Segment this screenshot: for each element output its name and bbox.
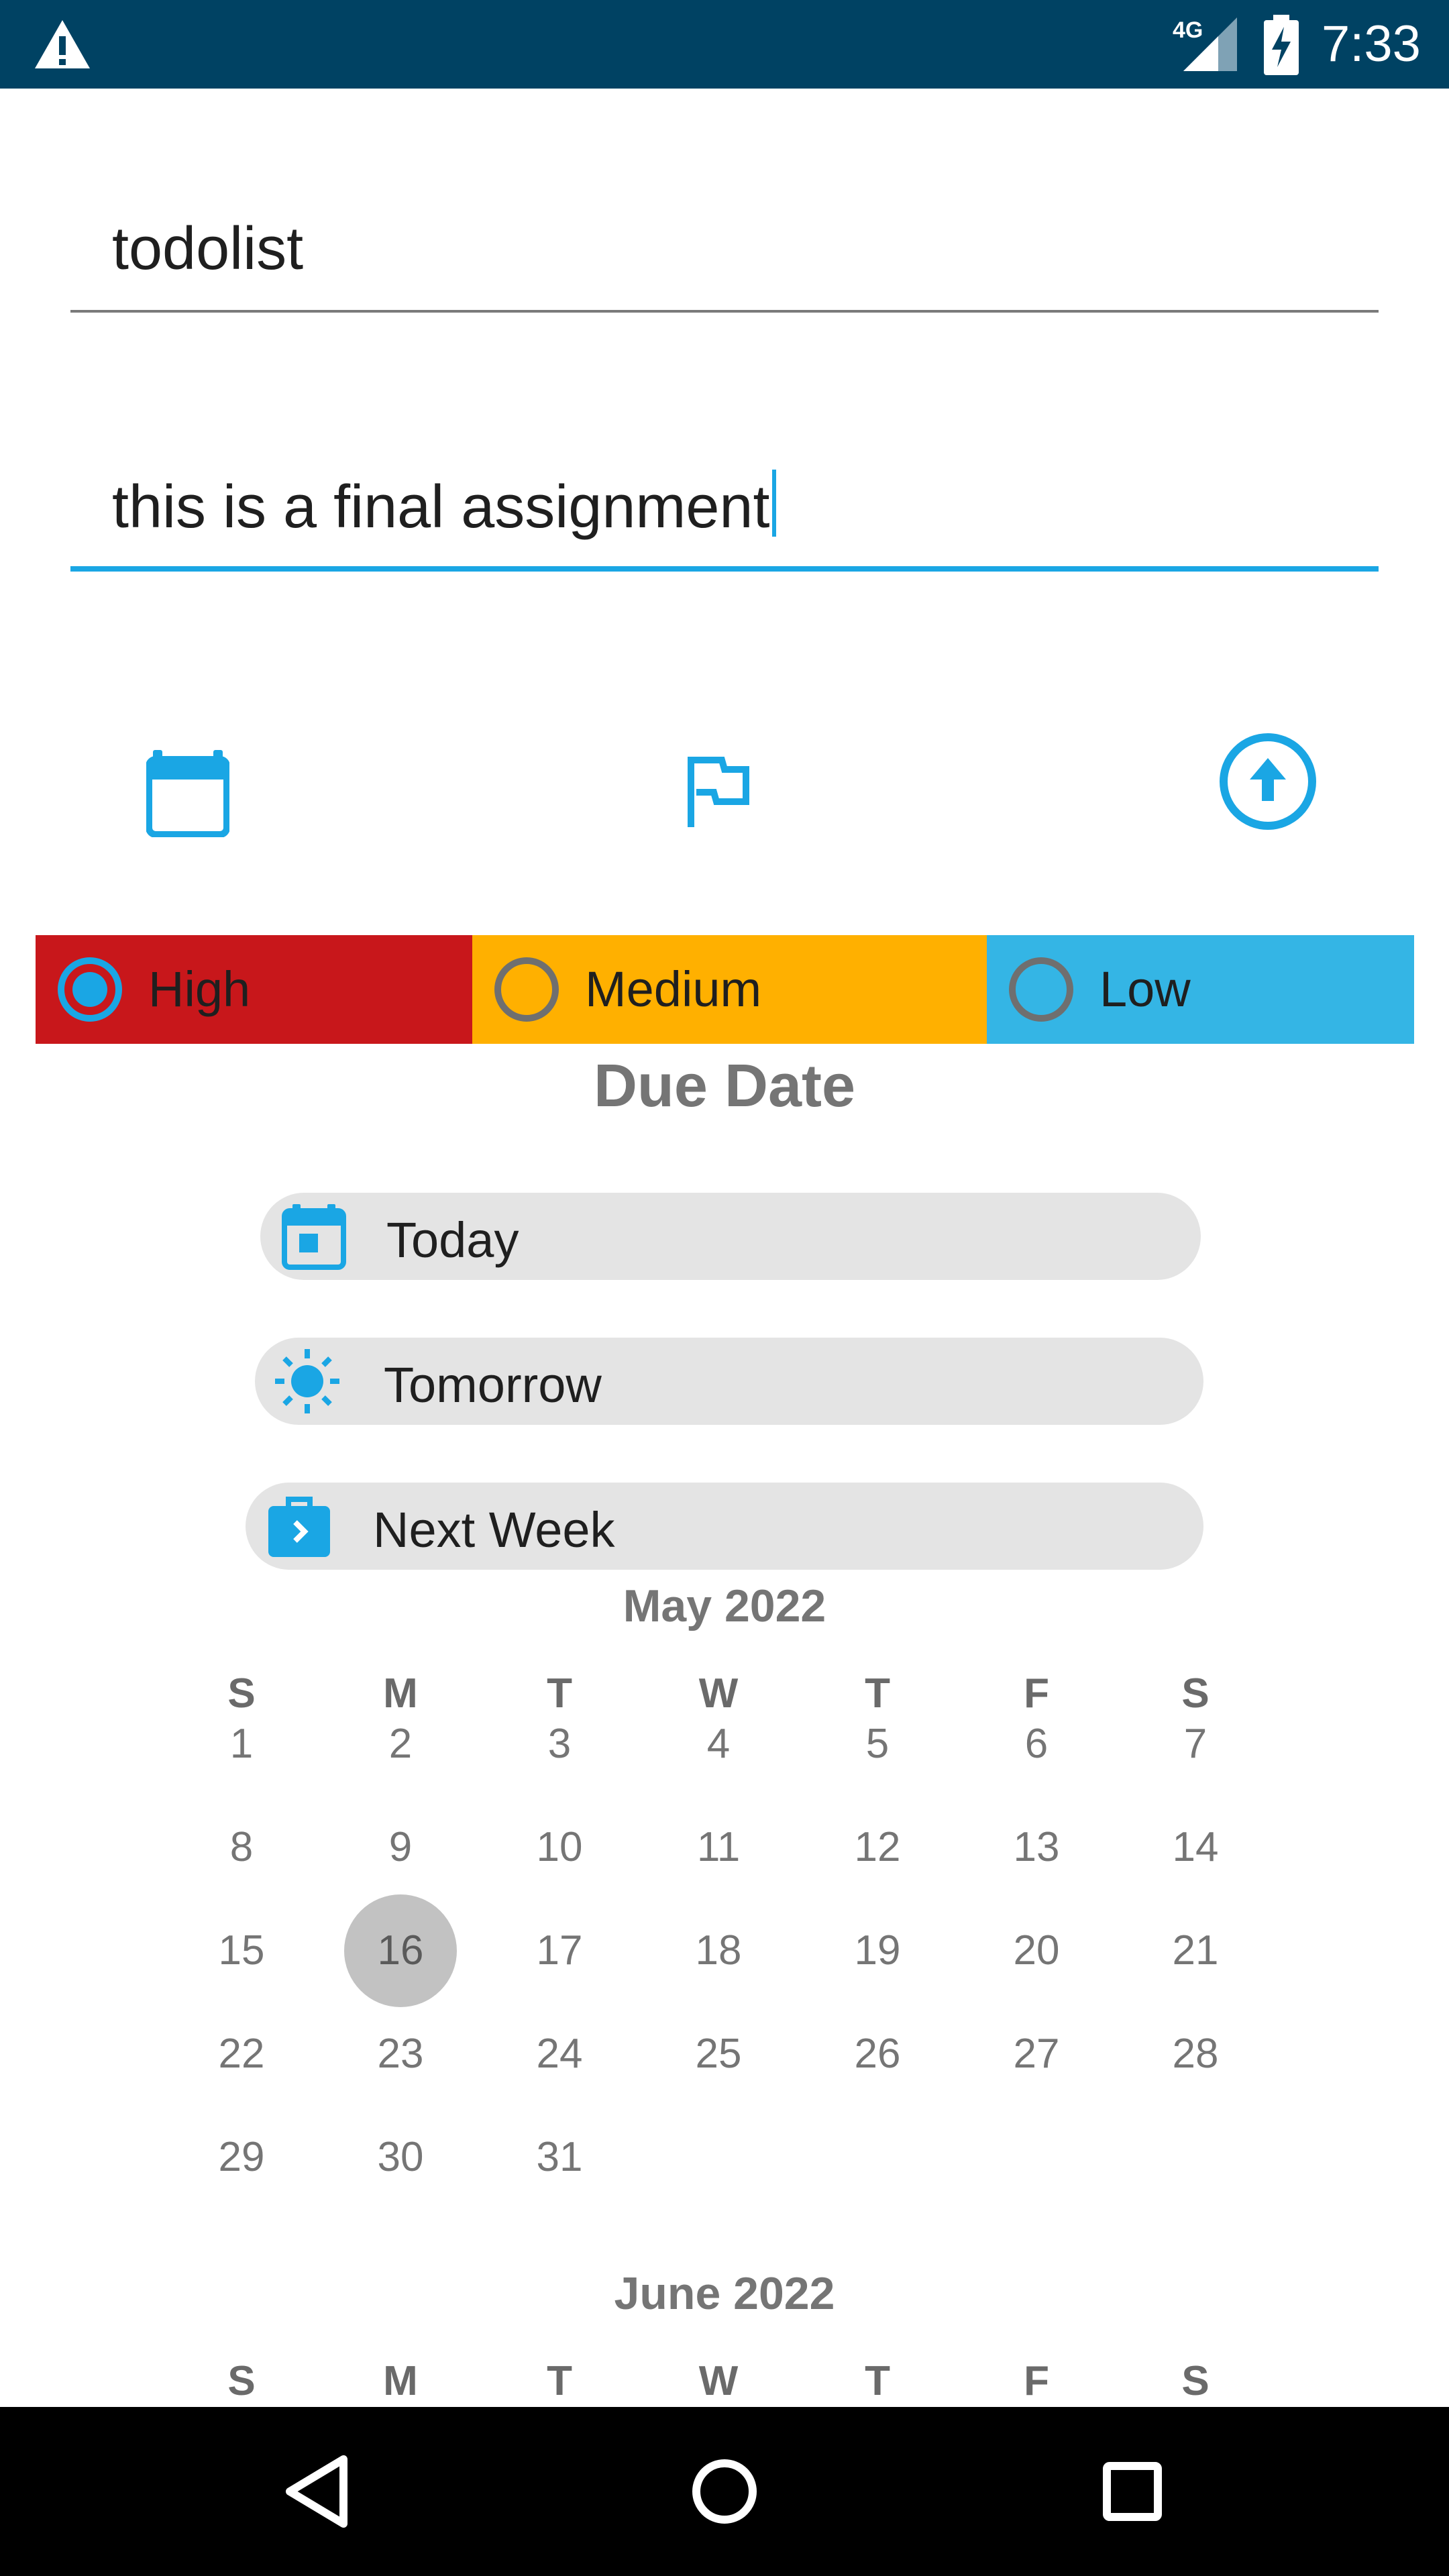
calendar-day[interactable]: 28 xyxy=(1138,2014,1252,2094)
calendar-day[interactable]: 23 xyxy=(343,2014,458,2094)
priority-high-label: High xyxy=(148,961,251,1017)
calendar-day[interactable]: 13 xyxy=(979,1807,1093,1888)
battery-charging-icon xyxy=(1264,15,1299,75)
calendar-day[interactable]: 7 xyxy=(1138,1704,1252,1784)
calendar-day[interactable]: 27 xyxy=(979,2014,1093,2094)
calendar-day[interactable]: 9 xyxy=(343,1807,458,1888)
calendar-day[interactable]: 19 xyxy=(820,1911,934,1991)
priority-selector: High Medium Low xyxy=(36,935,1414,1044)
calendar-day[interactable]: 8 xyxy=(184,1807,299,1888)
status-bar: 4G 7:33 xyxy=(0,0,1449,89)
title-field[interactable]: todolist xyxy=(70,188,1379,315)
priority-low-option[interactable]: Low xyxy=(987,935,1414,1044)
calendar-day[interactable]: 22 xyxy=(184,2014,299,2094)
description-field-underline xyxy=(70,566,1379,572)
calendar-day[interactable]: 25 xyxy=(661,2014,775,2094)
calendar-day[interactable]: 21 xyxy=(1138,1911,1252,1991)
description-value: this is a final assignment xyxy=(112,474,770,541)
calendar-week-row: 15 16 17 18 19 20 21 xyxy=(0,1894,1449,2007)
calendar-day[interactable]: 26 xyxy=(820,2014,934,2094)
calendar-today-icon xyxy=(282,1204,346,1270)
calendar-week-row: 8 9 10 11 12 13 14 xyxy=(0,1807,1449,1888)
calendar-day-selected[interactable]: 16 xyxy=(343,1894,458,2007)
briefcase-arrow-icon xyxy=(268,1497,330,1557)
calendar-day[interactable]: 30 xyxy=(343,2117,458,2198)
radio-unselected-icon xyxy=(494,957,559,1022)
calendar-day[interactable]: 1 xyxy=(184,1704,299,1784)
calendar-day[interactable]: 3 xyxy=(502,1704,616,1784)
calendar-day[interactable]: 4 xyxy=(661,1704,775,1784)
calendar-day[interactable]: 17 xyxy=(502,1911,616,1991)
clock: 7:33 xyxy=(1322,15,1421,72)
sun-icon xyxy=(275,1349,339,1413)
calendar-day[interactable]: 20 xyxy=(979,1911,1093,1991)
calendar-day[interactable]: 5 xyxy=(820,1704,934,1784)
calendar-week-row: 22 23 24 25 26 27 28 xyxy=(0,2014,1449,2094)
calendar-day[interactable]: 14 xyxy=(1138,1807,1252,1888)
priority-low-label: Low xyxy=(1099,961,1191,1017)
calendar-day[interactable]: 12 xyxy=(820,1807,934,1888)
title-input-text[interactable]: todolist xyxy=(112,215,303,284)
calendar-day[interactable]: 6 xyxy=(979,1704,1093,1784)
back-icon[interactable] xyxy=(270,2445,364,2538)
calendar-day[interactable]: 29 xyxy=(184,2117,299,2198)
due-today-chip[interactable]: Today xyxy=(260,1193,1201,1280)
title-field-underline xyxy=(70,310,1379,313)
due-date-heading: Due Date xyxy=(593,1053,856,1120)
radio-selected-icon xyxy=(58,957,122,1022)
due-next-week-chip[interactable]: Next Week xyxy=(246,1483,1203,1570)
due-tomorrow-chip[interactable]: Tomorrow xyxy=(255,1338,1203,1425)
calendar-day[interactable]: 11 xyxy=(661,1807,775,1888)
text-cursor xyxy=(772,470,777,537)
flag-icon[interactable] xyxy=(684,755,751,830)
calendar-day[interactable]: 15 xyxy=(184,1911,299,1991)
description-field[interactable]: this is a final assignment xyxy=(70,443,1379,577)
calendar-day[interactable]: 10 xyxy=(502,1807,616,1888)
month-title: June 2022 xyxy=(614,2268,835,2319)
due-next-week-label: Next Week xyxy=(373,1502,615,1558)
priority-medium-option[interactable]: Medium xyxy=(472,935,987,1044)
calendar-day[interactable]: 31 xyxy=(502,2117,616,2198)
month-title: May 2022 xyxy=(623,1580,826,1631)
home-icon[interactable] xyxy=(678,2445,771,2538)
calendar-week-row: 29 30 31 xyxy=(0,2117,1449,2198)
due-today-label: Today xyxy=(386,1212,519,1268)
recents-icon[interactable] xyxy=(1085,2445,1179,2538)
warning-icon xyxy=(35,20,90,68)
navigation-bar xyxy=(0,2407,1449,2576)
description-input-text[interactable]: this is a final assignment xyxy=(112,470,777,542)
calendar-day[interactable]: 2 xyxy=(343,1704,458,1784)
calendar-day[interactable]: 24 xyxy=(502,2014,616,2094)
priority-high-option[interactable]: High xyxy=(36,935,472,1044)
calendar-week-row: 1234567 xyxy=(0,1704,1449,1784)
priority-medium-label: Medium xyxy=(585,961,762,1017)
calendar-day[interactable]: 18 xyxy=(661,1911,775,1991)
calendar-icon[interactable] xyxy=(146,750,229,837)
arrow-up-circle-icon[interactable] xyxy=(1218,731,1318,832)
network-type-label: 4G xyxy=(1173,17,1203,43)
due-tomorrow-label: Tomorrow xyxy=(384,1357,602,1413)
radio-unselected-icon xyxy=(1009,957,1073,1022)
